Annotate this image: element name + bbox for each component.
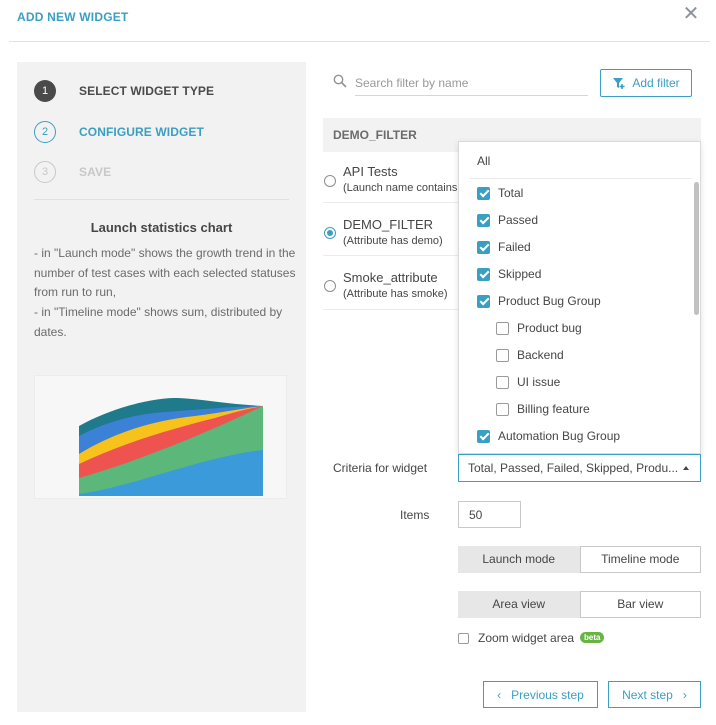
header-divider [9,41,710,42]
previous-step-label: Previous step [511,687,584,702]
search-icon [333,74,347,88]
option-label: Passed [498,213,539,227]
option-skipped[interactable]: Skipped [477,265,541,283]
next-step-label: Next step [622,687,673,702]
next-step-button[interactable]: Next step › [608,681,701,708]
option-all[interactable]: All [477,154,490,168]
option-label: Backend [517,348,564,362]
caret-up-icon[interactable] [683,466,689,470]
option-checkbox[interactable] [477,186,490,200]
step-label: SAVE [79,165,112,179]
step-number: 3 [34,161,56,183]
option-label: Skipped [498,267,542,281]
widget-type-description: - in "Launch mode" shows the growth tren… [34,246,296,339]
chevron-right-icon: › [682,687,687,702]
filter-item-smoke-attribute[interactable]: Smoke_attribute (Attribute has smoke) [323,260,463,310]
option-label: Total [498,186,524,200]
option-checkbox[interactable] [496,402,509,416]
mode-toggle: Launch mode Timeline mode [458,546,701,573]
add-filter-label: Add filter [632,76,680,90]
option-label: Automation Bug Group [498,429,621,443]
step-label: CONFIGURE WIDGET [79,125,204,139]
launch-mode-button[interactable]: Launch mode [458,546,580,573]
option-label: Failed [498,240,531,254]
bar-view-button[interactable]: Bar view [579,591,701,618]
previous-step-button[interactable]: ‹ Previous step [483,681,598,708]
filter-item-demo-filter[interactable]: DEMO_FILTER (Attribute has demo) [323,206,463,256]
option-product-bug-group[interactable]: Product Bug Group [477,292,601,310]
option-label: Product bug [517,321,582,335]
zoom-widget-area-row[interactable]: Zoom widget area [458,631,574,645]
option-ui-issue[interactable]: UI issue [496,373,560,391]
area-view-button[interactable]: Area view [458,591,580,618]
dropdown-scrollbar[interactable] [694,182,699,315]
option-checkbox[interactable] [496,348,509,362]
criteria-select[interactable]: Total, Passed, Failed, Skipped, Produ... [458,454,701,482]
option-checkbox[interactable] [496,375,509,389]
option-passed[interactable]: Passed [477,211,538,229]
option-checkbox[interactable] [496,321,509,335]
option-label: Product Bug Group [498,294,601,308]
widget-preview-image [34,375,287,499]
filter-name: API Tests [343,164,398,179]
option-checkbox[interactable] [477,429,490,443]
option-checkbox[interactable] [477,267,490,281]
option-checkbox[interactable] [477,213,490,227]
step-configure-widget: 2 CONFIGURE WIDGET [34,120,204,144]
option-billing-feature[interactable]: Billing feature [496,400,590,418]
close-icon[interactable]: ✕ [680,4,702,26]
view-toggle: Area view Bar view [458,591,701,618]
option-label: Billing feature [517,402,590,416]
step-label: SELECT WIDGET TYPE [79,84,215,98]
criteria-label: Criteria for widget [333,461,428,475]
step-number: 1 [34,80,56,102]
option-failed[interactable]: Failed [477,238,531,256]
filter-radio[interactable] [324,227,336,239]
modal-title: ADD NEW WIDGET [17,10,129,24]
filter-name: DEMO_FILTER [343,217,434,232]
filter-description: (Attribute has demo) [343,235,443,247]
items-label: Items [400,508,430,522]
option-automation-bug-group[interactable]: Automation Bug Group [477,427,620,445]
step-number: 2 [34,121,56,143]
filter-radio[interactable] [324,175,336,187]
filter-item-api-tests[interactable]: API Tests (Launch name contains API) [323,153,481,203]
filter-description: (Attribute has smoke) [343,288,448,300]
items-input[interactable] [458,501,521,528]
sidebar-divider [34,199,289,200]
option-checkbox[interactable] [477,294,490,308]
option-backend[interactable]: Backend [496,346,564,364]
zoom-checkbox[interactable] [458,632,469,644]
filter-plus-icon [613,78,625,89]
beta-badge: beta [580,632,605,643]
option-checkbox[interactable] [477,240,490,254]
filter-name: Smoke_attribute [343,270,438,285]
timeline-mode-button[interactable]: Timeline mode [579,546,701,573]
widget-type-name: Launch statistics chart [90,220,233,235]
dropdown-divider [469,178,692,179]
criteria-dropdown-menu: All Total Passed Failed Skipped Product … [458,141,701,454]
option-total[interactable]: Total [477,184,523,202]
chevron-left-icon: ‹ [497,687,502,702]
step-save: 3 SAVE [34,160,111,184]
option-label: UI issue [517,375,561,389]
step-select-widget-type: 1 SELECT WIDGET TYPE [34,79,214,103]
wizard-sidebar: 1 SELECT WIDGET TYPE 2 CONFIGURE WIDGET … [17,62,306,712]
filter-radio[interactable] [324,280,336,292]
option-product-bug[interactable]: Product bug [496,319,582,337]
zoom-label: Zoom widget area [478,631,575,645]
add-filter-button[interactable]: Add filter [600,69,692,97]
search-filter-input[interactable] [355,70,588,96]
